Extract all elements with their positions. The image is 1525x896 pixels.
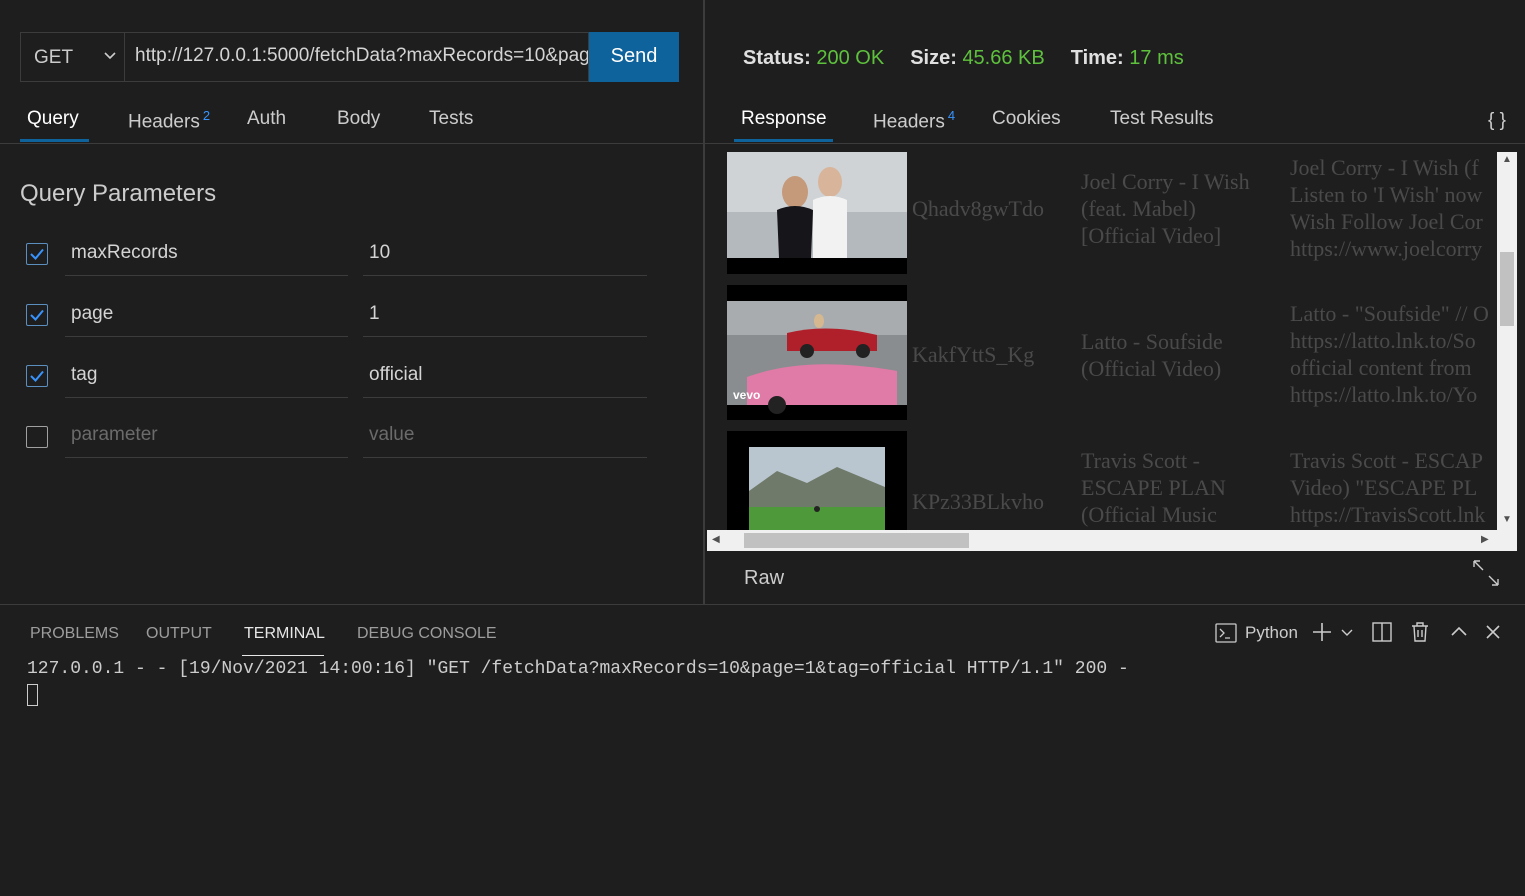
divider [0,143,703,144]
param-value-field[interactable]: official [363,358,647,398]
headers-count-badge: 2 [202,108,211,123]
svg-text:vevo: vevo [733,388,760,402]
close-icon[interactable] [1483,620,1503,644]
tab-response[interactable]: Response [741,108,827,130]
tab-response-headers[interactable]: Headers 4 [873,108,955,133]
param-value-field[interactable]: 1 [363,297,647,337]
scroll-right-arrow-icon[interactable]: ▶ [1481,534,1489,545]
panel-splitter[interactable] [703,0,705,604]
video-thumbnail: vevo [727,285,907,420]
record-description: Joel Corry - I Wish (f Listen to 'I Wish'… [1290,155,1483,261]
tab-test-results[interactable]: Test Results [1110,108,1213,130]
terminal-output-line: 127.0.0.1 - - [19/Nov/2021 14:00:16] "GE… [27,659,1129,679]
active-tab-indicator [242,655,324,656]
method-select[interactable]: GET [20,32,125,82]
request-panel: GET http://127.0.0.1:5000/fetchData?maxR… [0,0,703,604]
split-terminal-icon[interactable] [1371,620,1393,644]
expand-icon[interactable] [1470,557,1502,589]
scroll-left-arrow-icon[interactable]: ◀ [712,534,720,545]
tab-cookies[interactable]: Cookies [992,108,1061,130]
record-description: Travis Scott - ESCAP Video) "ESCAPE PL htt… [1290,448,1486,527]
param-value-field[interactable]: 10 [363,236,647,276]
new-terminal-plus-icon[interactable] [1311,620,1333,644]
record-title: Joel Corry - I Wish (feat. Mabel) [Officia… [1081,169,1250,248]
scrollbar-thumb[interactable] [1500,252,1514,326]
new-param-name-field[interactable]: parameter [65,418,348,458]
record-id: Qhadv8gwTdo [912,196,1044,221]
tab-output[interactable]: OUTPUT [146,625,212,643]
terminal-shell-selector[interactable]: Python [1245,623,1298,643]
record-title: Latto - Soufside (Official Video) [1081,329,1223,381]
response-status: Status: 200 OK Size: 45.66 KB Time: 17 ms [743,47,1184,69]
chevron-down-icon [104,52,116,60]
tab-debug-console[interactable]: DEBUG CONSOLE [357,625,497,643]
trash-icon[interactable] [1409,620,1431,644]
response-viewer[interactable]: Qhadv8gwTdo Joel Corry - I Wish (feat. Ma… [707,152,1517,551]
url-input[interactable]: http://127.0.0.1:5000/fetchData?maxRecor… [125,32,589,82]
tab-problems[interactable]: PROBLEMS [30,625,119,643]
tab-auth[interactable]: Auth [247,108,286,130]
check-icon [30,309,44,321]
param-name-field[interactable]: page [65,297,348,337]
horizontal-scrollbar[interactable]: ◀ ▶ [707,530,1517,551]
tab-query[interactable]: Query [27,108,79,130]
active-tab-indicator [734,139,833,142]
raw-toggle[interactable]: Raw [744,567,784,590]
query-parameters-title: Query Parameters [20,180,217,207]
tab-terminal[interactable]: TERMINAL [244,625,325,643]
check-icon [30,370,44,382]
size-value: 45.66 KB [962,47,1045,69]
check-icon [30,248,44,260]
scrollbar-thumb[interactable] [744,533,969,548]
status-value: 200 OK [816,47,885,69]
chevron-up-icon[interactable] [1449,620,1469,644]
scroll-down-arrow-icon[interactable]: ▼ [1502,514,1512,525]
vertical-scrollbar[interactable]: ▲ ▼ [1497,152,1517,530]
method-label: GET [34,47,74,68]
param-checkbox[interactable] [26,365,48,387]
record-title: Travis Scott - ESCAPE PLAN (Official Music [1081,448,1226,527]
record-id: KakfYttS_Kg [912,342,1035,367]
terminal-icon [1215,623,1237,643]
tab-headers[interactable]: Headers 2 [128,108,210,133]
video-thumbnail [727,152,907,274]
active-tab-indicator [20,139,89,142]
param-checkbox[interactable] [26,304,48,326]
new-param-checkbox[interactable] [26,426,48,448]
param-name-field[interactable]: tag [65,358,348,398]
record-description: Latto - "Soufside" // Ohttps://latto.lnk… [1290,301,1489,407]
time-value: 17 ms [1129,47,1184,69]
send-button[interactable]: Send [589,32,679,82]
panel-border [0,604,1525,605]
chevron-down-icon[interactable] [1339,620,1355,644]
terminal-cursor [27,684,38,706]
tab-tests[interactable]: Tests [429,108,473,130]
param-checkbox[interactable] [26,243,48,265]
record-id: KPz33BLkvho [912,489,1044,514]
scroll-up-arrow-icon[interactable]: ▲ [1502,154,1512,165]
tab-body[interactable]: Body [337,108,380,130]
divider [705,143,1525,144]
new-param-value-field[interactable]: value [363,418,647,458]
format-braces-icon[interactable]: { } [1488,110,1506,132]
headers-count-badge: 4 [947,108,956,123]
param-name-field[interactable]: maxRecords [65,236,348,276]
